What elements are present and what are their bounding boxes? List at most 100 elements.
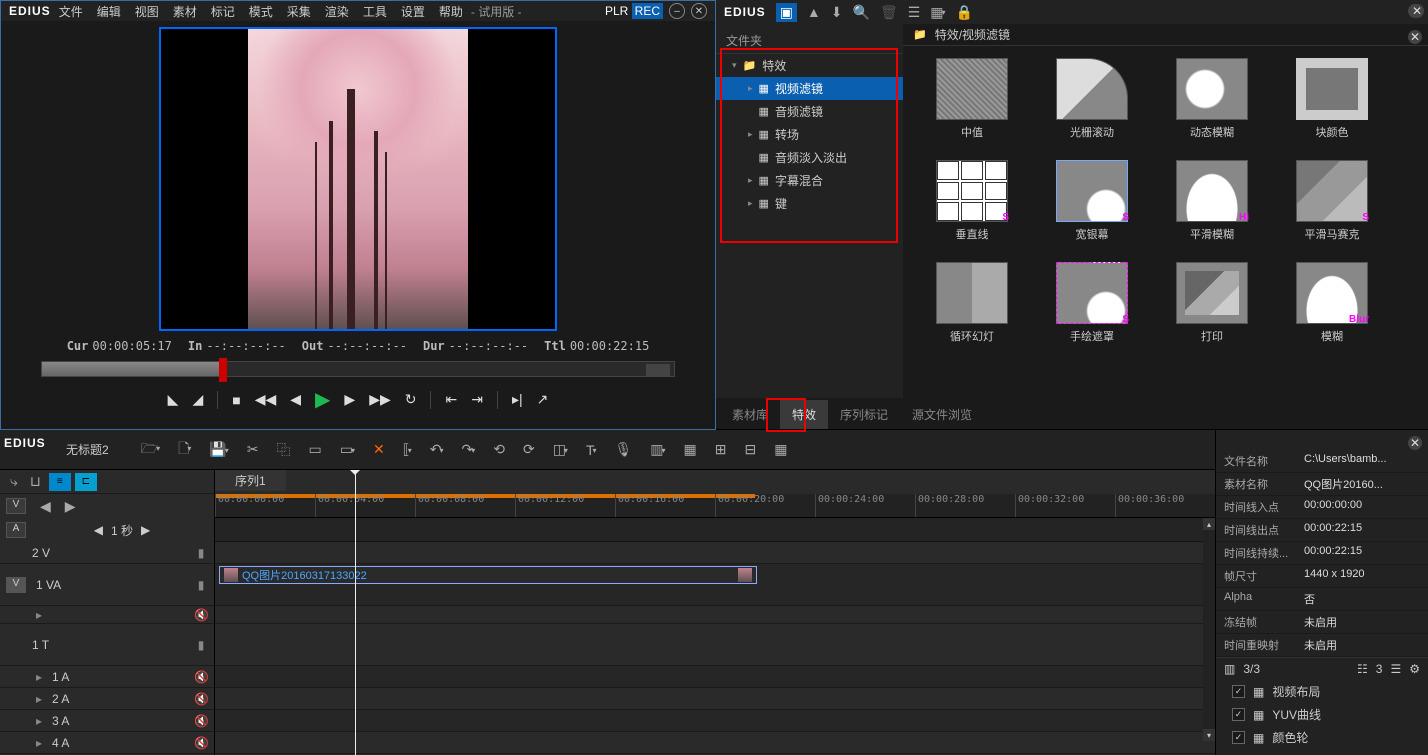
ripple-delete-icon[interactable]: ✕: [369, 439, 389, 460]
properties-close-icon[interactable]: ✕: [1408, 436, 1422, 450]
up-icon[interactable]: ▲: [807, 4, 821, 20]
next-scale-icon[interactable]: ▶: [61, 496, 80, 517]
toggle-b-icon[interactable]: ⟳: [519, 439, 539, 460]
effect-平滑模糊[interactable]: Hi平滑模糊: [1157, 160, 1267, 242]
check-video-layout[interactable]: ✓▦视频布局: [1216, 680, 1428, 703]
magnet-icon[interactable]: ⊔: [26, 471, 45, 492]
time-scale[interactable]: ◀1 秒▶: [36, 522, 208, 539]
mute-icon[interactable]: 🔇: [194, 608, 208, 622]
lock-icon[interactable]: 🔒: [956, 4, 973, 21]
prop-row[interactable]: 素材名称QQ图片20160...: [1216, 473, 1428, 496]
grid-close-icon[interactable]: ✕: [1408, 30, 1422, 44]
set-out-icon[interactable]: ◢: [192, 391, 203, 408]
tree-node-audio-fade[interactable]: ▸ ▦ 音频淡入淡出: [716, 146, 903, 169]
expand-icon[interactable]: ▸: [748, 198, 753, 209]
redo-icon[interactable]: ↷▾: [457, 439, 479, 460]
effect-平滑马赛克[interactable]: S平滑马赛克: [1277, 160, 1387, 242]
expand-icon[interactable]: ▸: [748, 129, 753, 140]
timeline-close-icon[interactable]: ✕: [1410, 4, 1424, 18]
snap-icon[interactable]: ⤷: [6, 471, 22, 492]
expand-icon[interactable]: ▸: [748, 83, 753, 94]
delete-icon[interactable]: 🗑: [880, 4, 898, 21]
voiceover-icon[interactable]: 🎙: [611, 439, 637, 460]
tc-in[interactable]: --:--:--:--: [206, 339, 285, 353]
title-track-icon[interactable]: ▮: [194, 638, 208, 652]
normalize-icon[interactable]: ⊟: [741, 439, 761, 460]
effect-模糊[interactable]: Blur模糊: [1277, 262, 1387, 344]
title-icon[interactable]: T▾: [582, 440, 601, 460]
effect-块颜色[interactable]: 块颜色: [1277, 58, 1387, 140]
mute-icon[interactable]: 🔇: [194, 736, 208, 750]
effect-垂直线[interactable]: S垂直线: [917, 160, 1027, 242]
scrubber-playhead[interactable]: [219, 358, 227, 382]
folder-toggle-icon[interactable]: ▣: [776, 3, 797, 22]
export-icon[interactable]: ↗: [537, 391, 549, 408]
a-header[interactable]: A: [6, 522, 26, 538]
menu-clip[interactable]: 素材: [167, 1, 203, 22]
properties-icon[interactable]: ☰: [908, 4, 921, 21]
sequence-tab[interactable]: 序列1: [215, 470, 286, 491]
mute-icon[interactable]: 🔇: [194, 692, 208, 706]
prev-scale-icon[interactable]: ◀: [36, 496, 55, 517]
track-2v[interactable]: 2 V ▮: [0, 542, 214, 564]
prop-row[interactable]: 文件名称C:\Users\bamb...: [1216, 450, 1428, 473]
preview-scrubber[interactable]: [41, 361, 675, 377]
cut-icon[interactable]: ✂: [243, 439, 263, 460]
track-select[interactable]: V: [6, 577, 26, 593]
go-out-icon[interactable]: ⇥: [471, 391, 483, 408]
effect-中值[interactable]: 中值: [917, 58, 1027, 140]
expand-icon[interactable]: ▸: [32, 608, 46, 622]
save-icon[interactable]: 💾▾: [205, 439, 232, 460]
insert-icon[interactable]: ▸|: [512, 391, 523, 408]
search-icon[interactable]: 🔍: [853, 4, 870, 21]
timeline-scrollbar[interactable]: ▴ ▾: [1203, 518, 1215, 741]
video-icon[interactable]: ▮: [194, 546, 208, 560]
paste-insert-icon[interactable]: ▭: [305, 439, 326, 460]
tab-source[interactable]: 源文件浏览: [900, 400, 984, 429]
prev-frame-icon[interactable]: ◀: [290, 391, 301, 408]
tree-node-transition[interactable]: ▸ ▦ 转场: [716, 123, 903, 146]
tab-markers[interactable]: 序列标记: [828, 400, 900, 429]
timeline-track-area[interactable]: 序列1 00:00:00:00 00:00:04:00 00:00:08:00 …: [215, 470, 1215, 755]
set-in-icon[interactable]: ◣: [168, 391, 179, 408]
settings-icon[interactable]: ⚙: [1409, 662, 1420, 676]
render-icon[interactable]: ◫▾: [549, 439, 572, 460]
preview-monitor[interactable]: [159, 27, 557, 331]
paste-icon[interactable]: ▭▾: [336, 439, 359, 460]
tc-dur[interactable]: --:--:--:--: [449, 339, 528, 353]
menu-icon[interactable]: ☰: [1390, 662, 1401, 676]
loop-icon[interactable]: ↻: [405, 391, 417, 408]
proxy-icon[interactable]: ⊞: [711, 439, 731, 460]
v-header[interactable]: V: [6, 498, 26, 514]
rewind-icon[interactable]: ◀◀: [255, 391, 277, 408]
insert-mode-icon[interactable]: ≡: [49, 473, 71, 491]
layout-icon[interactable]: ▥▾: [646, 439, 669, 460]
track-1t[interactable]: 1 T ▮: [0, 624, 214, 666]
mute-icon[interactable]: 🔇: [194, 670, 208, 684]
effect-循环幻灯[interactable]: 循环幻灯: [917, 262, 1027, 344]
tc-out[interactable]: --:--:--:--: [327, 339, 406, 353]
check-yuv-curve[interactable]: ✓▦YUV曲线: [1216, 703, 1428, 726]
tree-node-video-filter[interactable]: ▸ ▦ 视频滤镜: [716, 77, 903, 100]
prop-row[interactable]: 冻结帧未启用: [1216, 611, 1428, 634]
go-in-icon[interactable]: ⇤: [445, 391, 457, 408]
tc-ttl[interactable]: 00:00:22:15: [570, 339, 649, 353]
expand-icon[interactable]: ▾: [732, 60, 737, 71]
tab-effects[interactable]: 特效: [780, 400, 828, 429]
track-1va[interactable]: V 1 VA ▮: [0, 564, 214, 606]
prop-row[interactable]: 时间线出点00:00:22:15: [1216, 519, 1428, 542]
prop-row[interactable]: 时间线入点00:00:00:00: [1216, 496, 1428, 519]
tree-node-audio-filter[interactable]: ▸ ▦ 音频滤镜: [716, 100, 903, 123]
close-icon[interactable]: ✕: [691, 3, 707, 19]
stop-icon[interactable]: ■: [232, 392, 240, 408]
prop-row[interactable]: 时间线持续...00:00:22:15: [1216, 542, 1428, 565]
prop-row[interactable]: 时间重映射未启用: [1216, 634, 1428, 657]
menu-tools[interactable]: 工具: [357, 1, 393, 22]
tc-cur[interactable]: 00:00:05:17: [92, 339, 171, 353]
fforward-icon[interactable]: ▶▶: [369, 391, 391, 408]
tree-node-effects[interactable]: ▾ 📁 特效: [716, 54, 903, 77]
tab-bin[interactable]: 素材库: [720, 400, 780, 429]
menu-view[interactable]: 视图: [129, 1, 165, 22]
menu-help[interactable]: 帮助: [433, 1, 469, 22]
prop-row[interactable]: 帧尺寸1440 x 1920: [1216, 565, 1428, 588]
